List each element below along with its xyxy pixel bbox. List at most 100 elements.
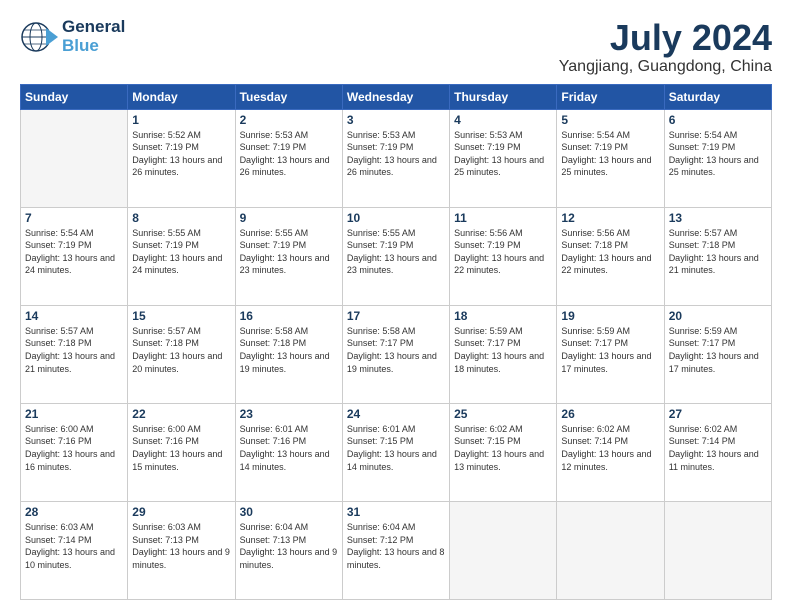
calendar-cell: 8 Sunrise: 5:55 AMSunset: 7:19 PMDaylight… xyxy=(128,207,235,305)
day-number: 18 xyxy=(454,309,552,323)
day-info: Sunrise: 5:54 AMSunset: 7:19 PMDaylight:… xyxy=(669,129,767,179)
day-info: Sunrise: 5:57 AMSunset: 7:18 PMDaylight:… xyxy=(669,227,767,277)
calendar-cell: 25 Sunrise: 6:02 AMSunset: 7:15 PMDayligh… xyxy=(450,403,557,501)
calendar-cell: 11 Sunrise: 5:56 AMSunset: 7:19 PMDayligh… xyxy=(450,207,557,305)
day-info: Sunrise: 6:01 AMSunset: 7:15 PMDaylight:… xyxy=(347,423,445,473)
day-number: 23 xyxy=(240,407,338,421)
weekday-header-sunday: Sunday xyxy=(21,84,128,109)
day-info: Sunrise: 6:04 AMSunset: 7:13 PMDaylight:… xyxy=(240,521,338,571)
calendar-cell: 7 Sunrise: 5:54 AMSunset: 7:19 PMDaylight… xyxy=(21,207,128,305)
day-number: 9 xyxy=(240,211,338,225)
day-number: 4 xyxy=(454,113,552,127)
calendar-cell: 6 Sunrise: 5:54 AMSunset: 7:19 PMDaylight… xyxy=(664,109,771,207)
day-number: 20 xyxy=(669,309,767,323)
day-info: Sunrise: 6:03 AMSunset: 7:14 PMDaylight:… xyxy=(25,521,123,571)
page: General Blue July 2024 Yangjiang, Guangd… xyxy=(0,0,792,612)
calendar-cell: 16 Sunrise: 5:58 AMSunset: 7:18 PMDayligh… xyxy=(235,305,342,403)
calendar-cell: 17Sunrise: 5:58 AMSunset: 7:17 PMDayligh… xyxy=(342,305,449,403)
day-info: Sunrise: 5:55 AMSunset: 7:19 PMDaylight:… xyxy=(240,227,338,277)
day-info: Sunrise: 6:02 AMSunset: 7:14 PMDaylight:… xyxy=(669,423,767,473)
calendar-week-3: 14 Sunrise: 5:57 AMSunset: 7:18 PMDayligh… xyxy=(21,305,772,403)
day-number: 17 xyxy=(347,309,445,323)
calendar-cell: 9 Sunrise: 5:55 AMSunset: 7:19 PMDaylight… xyxy=(235,207,342,305)
calendar-cell: 26Sunrise: 6:02 AMSunset: 7:14 PMDayligh… xyxy=(557,403,664,501)
day-info: Sunrise: 6:00 AMSunset: 7:16 PMDaylight:… xyxy=(132,423,230,473)
weekday-header-thursday: Thursday xyxy=(450,84,557,109)
day-info: Sunrise: 6:03 AMSunset: 7:13 PMDaylight:… xyxy=(132,521,230,571)
title-block: July 2024 Yangjiang, Guangdong, China xyxy=(559,18,772,76)
general-blue-icon xyxy=(20,20,58,54)
calendar-cell: 29 Sunrise: 6:03 AMSunset: 7:13 PMDayligh… xyxy=(128,501,235,599)
day-number: 25 xyxy=(454,407,552,421)
header: General Blue July 2024 Yangjiang, Guangd… xyxy=(20,18,772,76)
day-number: 11 xyxy=(454,211,552,225)
calendar-cell: 19 Sunrise: 5:59 AMSunset: 7:17 PMDayligh… xyxy=(557,305,664,403)
day-info: Sunrise: 5:54 AMSunset: 7:19 PMDaylight:… xyxy=(25,227,123,277)
day-info: Sunrise: 6:02 AMSunset: 7:14 PMDaylight:… xyxy=(561,423,659,473)
day-info: Sunrise: 5:59 AMSunset: 7:17 PMDaylight:… xyxy=(561,325,659,375)
day-info: Sunrise: 6:04 AMSunset: 7:12 PMDaylight:… xyxy=(347,521,445,571)
day-info: Sunrise: 5:52 AMSunset: 7:19 PMDaylight:… xyxy=(132,129,230,179)
day-info: Sunrise: 6:00 AMSunset: 7:16 PMDaylight:… xyxy=(25,423,123,473)
day-number: 19 xyxy=(561,309,659,323)
day-number: 3 xyxy=(347,113,445,127)
calendar-cell: 15 Sunrise: 5:57 AMSunset: 7:18 PMDayligh… xyxy=(128,305,235,403)
day-number: 31 xyxy=(347,505,445,519)
logo-general: General xyxy=(62,18,125,37)
day-number: 30 xyxy=(240,505,338,519)
day-number: 21 xyxy=(25,407,123,421)
weekday-header-wednesday: Wednesday xyxy=(342,84,449,109)
day-info: Sunrise: 5:56 AMSunset: 7:19 PMDaylight:… xyxy=(454,227,552,277)
calendar-cell: 22 Sunrise: 6:00 AMSunset: 7:16 PMDayligh… xyxy=(128,403,235,501)
calendar-cell: 14Sunrise: 5:57 AMSunset: 7:18 PMDayligh… xyxy=(21,305,128,403)
day-info: Sunrise: 5:54 AMSunset: 7:19 PMDaylight:… xyxy=(561,129,659,179)
day-number: 13 xyxy=(669,211,767,225)
calendar-cell: 12Sunrise: 5:56 AMSunset: 7:18 PMDayligh… xyxy=(557,207,664,305)
calendar-cell: 10Sunrise: 5:55 AMSunset: 7:19 PMDayligh… xyxy=(342,207,449,305)
calendar-cell: 4Sunrise: 5:53 AMSunset: 7:19 PMDaylight… xyxy=(450,109,557,207)
day-number: 16 xyxy=(240,309,338,323)
day-info: Sunrise: 5:58 AMSunset: 7:18 PMDaylight:… xyxy=(240,325,338,375)
calendar-cell: 1Sunrise: 5:52 AMSunset: 7:19 PMDaylight… xyxy=(128,109,235,207)
day-number: 6 xyxy=(669,113,767,127)
calendar-cell xyxy=(557,501,664,599)
day-number: 29 xyxy=(132,505,230,519)
calendar-cell: 31 Sunrise: 6:04 AMSunset: 7:12 PMDayligh… xyxy=(342,501,449,599)
day-info: Sunrise: 5:55 AMSunset: 7:19 PMDaylight:… xyxy=(132,227,230,277)
calendar-cell xyxy=(664,501,771,599)
day-number: 10 xyxy=(347,211,445,225)
day-info: Sunrise: 6:01 AMSunset: 7:16 PMDaylight:… xyxy=(240,423,338,473)
location: Yangjiang, Guangdong, China xyxy=(559,58,772,76)
calendar-cell: 27 Sunrise: 6:02 AMSunset: 7:14 PMDayligh… xyxy=(664,403,771,501)
day-info: Sunrise: 5:53 AMSunset: 7:19 PMDaylight:… xyxy=(240,129,338,179)
calendar-cell: 20 Sunrise: 5:59 AMSunset: 7:17 PMDayligh… xyxy=(664,305,771,403)
day-info: Sunrise: 5:57 AMSunset: 7:18 PMDaylight:… xyxy=(132,325,230,375)
day-number: 22 xyxy=(132,407,230,421)
day-number: 7 xyxy=(25,211,123,225)
calendar-header-row: SundayMondayTuesdayWednesdayThursdayFrid… xyxy=(21,84,772,109)
weekday-header-saturday: Saturday xyxy=(664,84,771,109)
logo: General Blue xyxy=(20,18,125,55)
calendar-cell: 24Sunrise: 6:01 AMSunset: 7:15 PMDayligh… xyxy=(342,403,449,501)
day-info: Sunrise: 5:59 AMSunset: 7:17 PMDaylight:… xyxy=(454,325,552,375)
calendar-cell: 30 Sunrise: 6:04 AMSunset: 7:13 PMDayligh… xyxy=(235,501,342,599)
day-number: 5 xyxy=(561,113,659,127)
calendar-week-1: 1Sunrise: 5:52 AMSunset: 7:19 PMDaylight… xyxy=(21,109,772,207)
calendar-cell: 5 Sunrise: 5:54 AMSunset: 7:19 PMDaylight… xyxy=(557,109,664,207)
day-info: Sunrise: 5:56 AMSunset: 7:18 PMDaylight:… xyxy=(561,227,659,277)
day-info: Sunrise: 5:59 AMSunset: 7:17 PMDaylight:… xyxy=(669,325,767,375)
month-year: July 2024 xyxy=(559,18,772,58)
weekday-header-friday: Friday xyxy=(557,84,664,109)
day-number: 8 xyxy=(132,211,230,225)
calendar-cell: 21 Sunrise: 6:00 AMSunset: 7:16 PMDayligh… xyxy=(21,403,128,501)
day-number: 15 xyxy=(132,309,230,323)
day-info: Sunrise: 5:53 AMSunset: 7:19 PMDaylight:… xyxy=(347,129,445,179)
day-number: 14 xyxy=(25,309,123,323)
calendar-cell: 28Sunrise: 6:03 AMSunset: 7:14 PMDayligh… xyxy=(21,501,128,599)
day-info: Sunrise: 6:02 AMSunset: 7:15 PMDaylight:… xyxy=(454,423,552,473)
logo-blue: Blue xyxy=(62,37,125,56)
day-number: 27 xyxy=(669,407,767,421)
calendar-week-2: 7 Sunrise: 5:54 AMSunset: 7:19 PMDaylight… xyxy=(21,207,772,305)
day-number: 2 xyxy=(240,113,338,127)
calendar-week-4: 21 Sunrise: 6:00 AMSunset: 7:16 PMDayligh… xyxy=(21,403,772,501)
